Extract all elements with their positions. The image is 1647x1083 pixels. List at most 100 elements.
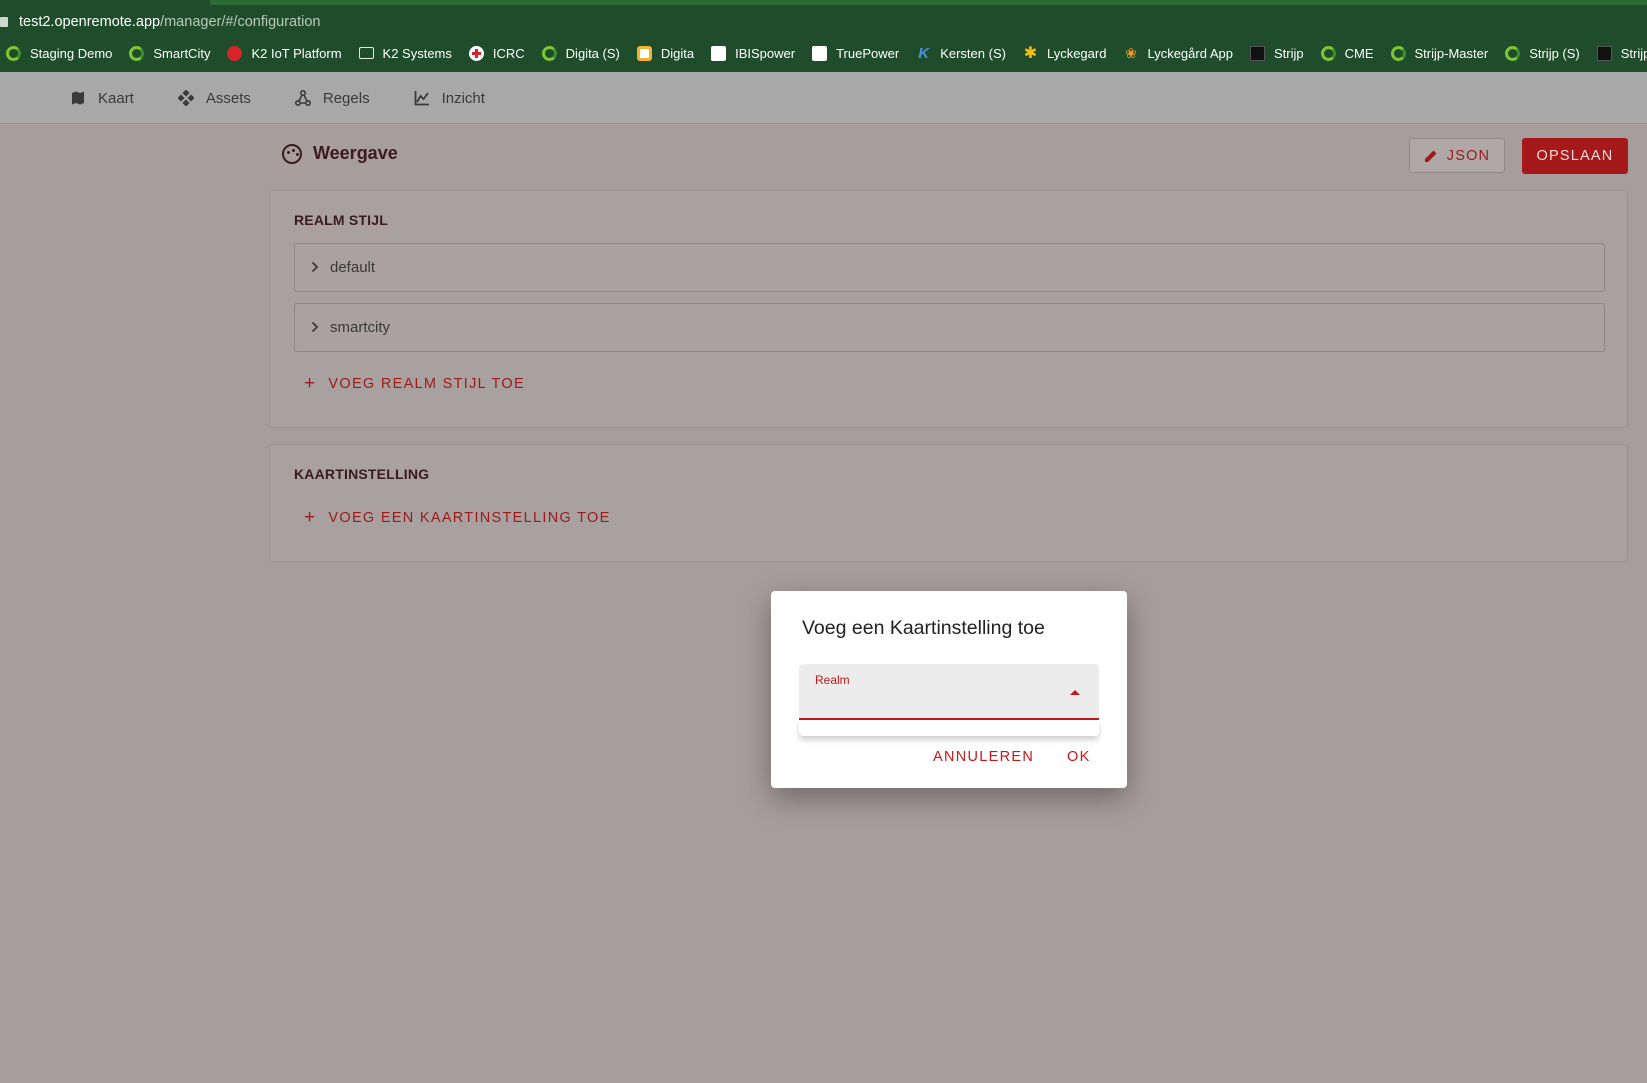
bookmark-strijp-master[interactable]: Strijp-Master [1390,45,1489,61]
bookmark-strijp-s[interactable]: Strijp (S) [1505,45,1580,61]
lock-icon [0,17,8,27]
chevron-right-icon [311,260,321,276]
nav-label: Regels [322,89,370,107]
ring-icon [6,45,21,61]
nav-item-inzicht[interactable]: Inzicht [414,90,485,107]
caret-up-icon[interactable] [1070,690,1080,695]
black-icon [1249,45,1265,61]
bookmark-label: ICRC [492,45,525,61]
json-button[interactable]: JSON [1409,138,1505,173]
add-realm-style-label: VOEG REALM STIJL TOE [328,376,525,392]
url-host: test2.openremote.app [19,14,161,30]
black-icon [1596,45,1612,61]
page-title-wrap: Weergave [282,143,398,164]
realm-style-card: REALM STIJL default smartcity + VOEG REA… [269,190,1628,428]
plus-icon: + [304,507,317,528]
bookmark-strijp[interactable]: Strijp [1249,45,1304,61]
bookmark-label: CME [1344,45,1374,61]
bookmark-k2-systems[interactable]: K2 Systems [358,46,452,61]
map-icon [70,90,86,106]
ring-icon [1505,45,1521,61]
active-tab-strip[interactable] [210,0,1647,5]
bookmark-digita-s[interactable]: Digita (S) [541,45,620,61]
nav-item-regels[interactable]: Regels [294,89,370,107]
bookmarks-bar: Staging Demo SmartCity K2 IoT Platform K… [0,40,1647,66]
cross-icon [468,45,484,61]
ok-button[interactable]: OK [1067,749,1091,765]
realm-style-item-default[interactable]: default [294,243,1605,292]
add-map-setting-label: VOEG EEN KAARTINSTELLING TOE [328,510,611,526]
bookmark-label: Strijp-Master [1414,45,1489,61]
add-map-setting-dialog: Voeg een Kaartinstelling toe Realm ANNUL… [771,591,1127,788]
add-realm-style-button[interactable]: + VOEG REALM STIJL TOE [304,373,525,394]
realm-style-title: REALM STIJL [294,212,388,228]
realm-select-label: Realm [815,673,850,687]
k-icon: K [918,44,930,62]
bookmark-kersten-s[interactable]: K Kersten (S) [916,46,1006,61]
nav-label: Inzicht [441,89,485,107]
ring-icon [1320,45,1336,61]
add-map-setting-button[interactable]: + VOEG EEN KAARTINSTELLING TOE [304,507,611,528]
nav-item-kaart[interactable]: Kaart [70,90,134,107]
bookmark-label: IBISpower [735,45,796,61]
app-header: Kaart Assets Regels Inzicht [0,72,1647,124]
pencil-icon [1424,149,1438,163]
bookmark-staging-demo[interactable]: Staging Demo [6,45,113,61]
bookmark-ibispower[interactable]: IBISpower [711,45,796,61]
ring-icon [541,45,557,61]
digita-icon [636,45,652,61]
bookmark-label: Strijp-Master [1620,45,1647,61]
main-nav: Kaart Assets Regels Inzicht [70,72,529,124]
realm-style-item-label: smartcity [330,319,390,336]
ibis-icon [711,45,727,61]
realm-select-menu[interactable] [799,720,1099,736]
realm-select[interactable]: Realm [799,664,1099,720]
palette-icon [282,143,302,164]
bookmark-icrc[interactable]: ICRC [468,45,525,61]
ring-icon [129,45,145,61]
nav-item-assets[interactable]: Assets [177,89,251,107]
assets-icon [177,89,195,107]
app-icon: ❀ [1125,44,1137,61]
k2-icon [227,45,243,61]
realm-style-item-label: default [330,259,376,276]
bookmark-label: Staging Demo [30,45,113,61]
ring-icon [1390,45,1406,61]
bookmark-label: Kersten (S) [940,45,1006,61]
page-title: Weergave [313,143,398,163]
address-bar[interactable]: test2.openremote.app/manager/#/configura… [0,10,320,34]
chevron-right-icon [311,320,321,336]
realm-style-item-smartcity[interactable]: smartcity [294,303,1605,352]
bookmark-label: TruePower [836,45,900,61]
bookmark-label: Strijp [1273,45,1304,61]
map-settings-title: KAARTINSTELLING [294,466,430,482]
bookmark-label: Lyckegård App [1147,45,1233,61]
bookmark-lyckegard-app[interactable]: ❀ Lyckegård App [1123,44,1233,61]
dialog-title: Voeg een Kaartinstelling toe [802,617,1045,639]
bookmark-cme[interactable]: CME [1320,45,1374,61]
bookmark-digita[interactable]: Digita [636,45,695,61]
star-icon: ✱ [1023,44,1038,62]
ibis-icon [812,45,828,61]
bookmark-strijp-master-2[interactable]: Strijp-Master [1596,45,1647,61]
bookmark-label: Digita (S) [565,45,620,61]
page-header: Weergave JSON OPSLAAN [270,135,1628,179]
cancel-button[interactable]: ANNULEREN [933,749,1034,765]
bookmark-truepower[interactable]: TruePower [812,45,900,61]
bookmark-label: Strijp (S) [1529,45,1580,61]
bookmark-k2-iot-platform[interactable]: K2 IoT Platform [227,45,342,61]
bookmark-label: K2 IoT Platform [251,45,342,61]
folder-icon [358,47,374,59]
bookmark-label: Digita [660,45,695,61]
save-button[interactable]: OPSLAAN [1522,138,1628,174]
bookmark-label: Lyckegard [1046,45,1107,61]
insights-icon [414,90,430,106]
plus-icon: + [304,373,317,394]
bookmark-smartcity[interactable]: SmartCity [129,45,210,61]
nav-label: Assets [205,89,251,107]
json-button-label: JSON [1446,147,1491,164]
url-path: /manager/#/configuration [160,14,321,30]
bookmark-lyckegard[interactable]: ✱ Lyckegard [1023,44,1107,62]
rules-icon [294,89,311,107]
map-settings-card: KAARTINSTELLING + VOEG EEN KAARTINSTELLI… [269,444,1628,562]
